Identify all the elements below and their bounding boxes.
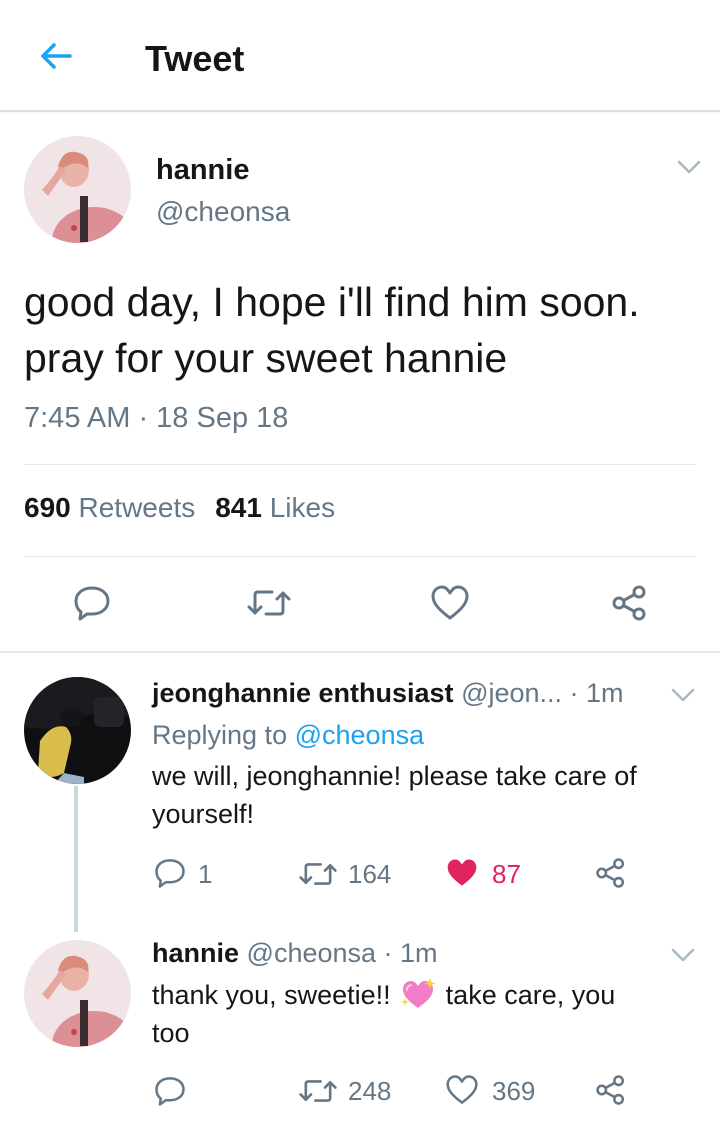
author-name[interactable]: jeonghannie enthusiast [152, 678, 454, 708]
divider [24, 556, 696, 557]
like-count: 369 [492, 1076, 536, 1106]
heart-filled-icon [447, 859, 477, 886]
tweet-text-line: pray for your sweet hannie [24, 335, 508, 381]
reply-icon [155, 859, 185, 888]
share-button[interactable] [594, 1074, 628, 1111]
likes-label: Likes [269, 492, 336, 523]
retweets-label: Retweets [78, 492, 196, 523]
reply-button[interactable] [153, 1075, 187, 1112]
like-button[interactable] [445, 857, 479, 894]
reply-header: hannie @cheonsa · 1m [152, 938, 438, 969]
sparkling-heart-emoji [401, 978, 436, 1008]
more-options-button[interactable] [670, 686, 696, 704]
likes-stat[interactable]: 841 Likes [215, 492, 335, 523]
share-button[interactable] [610, 584, 650, 627]
author-name[interactable]: hannie [152, 938, 239, 968]
chevron-down-icon [671, 688, 695, 702]
heart-icon [446, 1075, 478, 1104]
reply-text: thank you, sweetie!! take care, you too [152, 976, 702, 1052]
like-button[interactable] [445, 1074, 479, 1111]
like-count: 87 [492, 859, 521, 889]
engagement-stats: 690 Retweets 841 Likes [24, 492, 335, 524]
chevron-down-icon [677, 160, 701, 174]
retweet-button[interactable] [298, 859, 338, 894]
share-icon [612, 585, 646, 621]
retweet-button[interactable] [298, 1076, 338, 1111]
reply-count: 1 [198, 859, 213, 889]
back-button[interactable] [30, 34, 82, 78]
share-button[interactable] [594, 857, 628, 894]
reply-time: · 1m [569, 678, 624, 708]
avatar[interactable] [24, 677, 131, 784]
retweet-count: 164 [348, 859, 392, 889]
more-options-button[interactable] [670, 946, 696, 964]
reply-text: we will, jeonghannie! please take care o… [152, 757, 702, 833]
replying-to-label: Replying to [152, 720, 288, 750]
reply-text-line: yourself! [152, 799, 255, 829]
author-handle[interactable]: @cheonsa [247, 938, 377, 968]
retweet-icon [247, 590, 291, 616]
avatar[interactable] [24, 136, 131, 243]
top-app-bar: Tweet [0, 0, 720, 112]
main-tweet: hannie @cheonsa good day, I hope i'll fi… [0, 114, 720, 653]
like-button[interactable] [430, 584, 470, 627]
reply-icon [74, 586, 110, 621]
share-icon [596, 1075, 625, 1105]
reply-button[interactable] [72, 584, 112, 627]
retweets-stat[interactable]: 690 Retweets [24, 492, 195, 523]
reply-icon [155, 1077, 185, 1106]
share-icon [596, 858, 625, 888]
author-name[interactable]: hannie [156, 154, 249, 187]
reply-tweet: hannie @cheonsa · 1m thank you, sweetie!… [0, 923, 720, 1133]
author-handle[interactable]: @cheonsa [156, 196, 290, 228]
reply-button[interactable] [153, 857, 187, 894]
reply-text-part: take care, you [445, 980, 616, 1010]
arrow-left-icon [41, 43, 72, 69]
tweet-text-line: good day, I hope i'll find him soon. [24, 279, 640, 325]
reply-text-line: thank you, sweetie!! take care, you [152, 976, 702, 1014]
reply-header: jeonghannie enthusiast @jeon... · 1m [152, 678, 624, 709]
reply-text-part: thank you, sweetie!! [152, 980, 391, 1010]
retweet-icon [299, 1080, 337, 1102]
reply-tweet: jeonghannie enthusiast @jeon... · 1m Rep… [0, 653, 720, 923]
reply-time: · 1m [383, 938, 438, 968]
likes-count: 841 [215, 492, 262, 523]
retweets-count: 690 [24, 492, 71, 523]
reply-text-line: we will, jeonghannie! please take care o… [152, 761, 637, 791]
avatar[interactable] [24, 940, 131, 1047]
retweet-button[interactable] [246, 586, 292, 625]
retweet-icon [299, 863, 337, 885]
reply-text-line: too [152, 1018, 190, 1048]
more-options-button[interactable] [676, 158, 702, 176]
divider [24, 464, 696, 465]
tweet-timestamp: 7:45 AM · 18 Sep 18 [24, 402, 289, 434]
heart-icon [431, 585, 469, 620]
tweet-text: good day, I hope i'll find him soon. pra… [24, 274, 704, 386]
replying-to-link[interactable]: @cheonsa [295, 720, 425, 750]
replying-to: Replying to @cheonsa [152, 720, 424, 751]
author-handle[interactable]: @jeon... [461, 678, 562, 708]
chevron-down-icon [671, 948, 695, 962]
retweet-count: 248 [348, 1076, 392, 1106]
page-title: Tweet [145, 38, 245, 79]
